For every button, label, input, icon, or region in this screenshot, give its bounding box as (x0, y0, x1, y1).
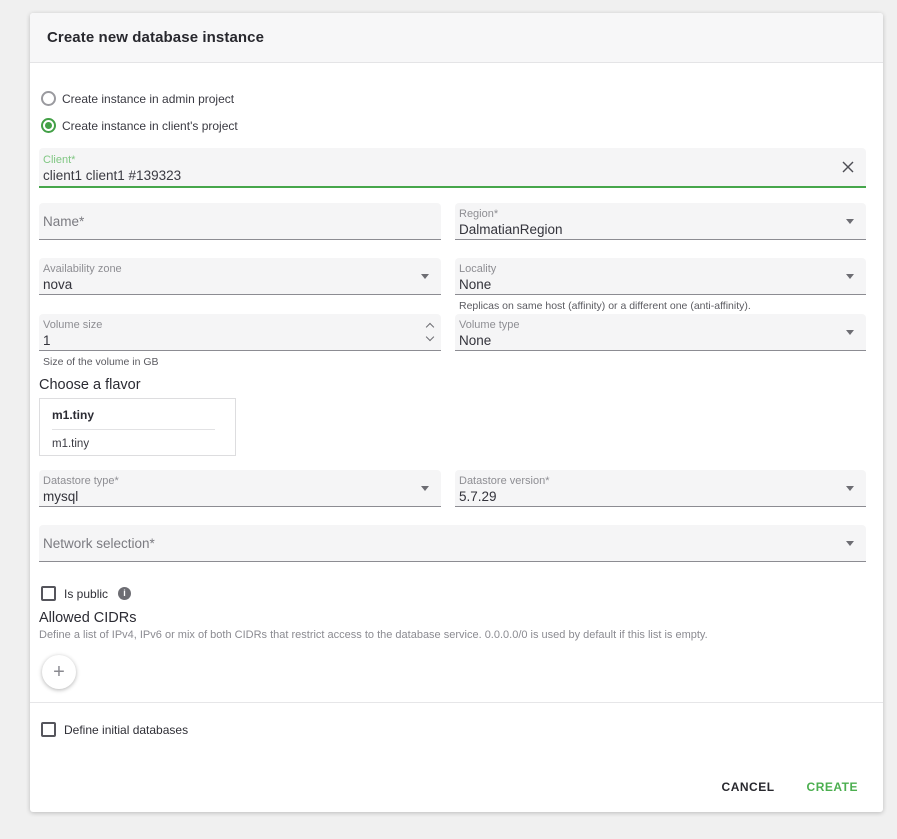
volume-type-value: None (459, 332, 840, 349)
radio-admin-project-label: Create instance in admin project (62, 92, 234, 106)
initial-databases-row: Define initial databases (41, 722, 866, 737)
close-icon (841, 160, 855, 174)
volume-size-helper-text: Size of the volume in GB (43, 356, 441, 368)
chevron-down-icon (846, 274, 854, 279)
stepper-down-icon[interactable] (426, 333, 434, 341)
datastore-type-select[interactable]: Datastore type* mysql (39, 470, 441, 507)
cancel-button[interactable]: CANCEL (720, 776, 777, 798)
availability-zone-label: Availability zone (43, 263, 415, 276)
name-field[interactable] (39, 203, 441, 240)
region-label: Region* (459, 208, 840, 221)
client-field-label: Client* (43, 154, 830, 167)
flavor-listbox: m1.tiny m1.tiny (39, 398, 236, 456)
project-choice-group: Create instance in admin project Create … (41, 91, 866, 133)
datastore-version-select[interactable]: Datastore version* 5.7.29 (455, 470, 866, 507)
allowed-cidrs-description: Define a list of IPv4, IPv6 or mix of bo… (39, 629, 866, 642)
clear-client-button[interactable] (839, 158, 857, 176)
add-cidr-button[interactable]: + (42, 655, 76, 689)
network-selection-placeholder: Network selection* (43, 536, 155, 551)
allowed-cidrs-heading: Allowed CIDRs (39, 610, 866, 626)
region-select[interactable]: Region* DalmatianRegion (455, 203, 866, 240)
chevron-down-icon (846, 541, 854, 546)
define-initial-databases-checkbox[interactable] (41, 722, 56, 737)
datastore-type-value: mysql (43, 488, 415, 505)
chevron-down-icon (846, 330, 854, 335)
name-input[interactable] (43, 214, 415, 229)
region-value: DalmatianRegion (459, 221, 840, 238)
dialog-body: Create instance in admin project Create … (30, 63, 883, 776)
network-selection-select[interactable]: Network selection* (39, 525, 866, 562)
locality-value: None (459, 276, 840, 293)
number-stepper (427, 324, 433, 340)
radio-client-project[interactable]: Create instance in client's project (41, 118, 866, 133)
volume-type-label: Volume type (459, 319, 840, 332)
locality-helper-text: Replicas on same host (affinity) or a di… (459, 300, 866, 312)
flavor-option-m1-tiny[interactable]: m1.tiny (40, 430, 235, 458)
client-field-value: client1 client1 #139323 (43, 167, 830, 185)
locality-label: Locality (459, 263, 840, 276)
dialog-title: Create new database instance (47, 29, 264, 46)
radio-admin-project[interactable]: Create instance in admin project (41, 91, 866, 106)
datastore-version-value: 5.7.29 (459, 488, 840, 505)
flavor-group-label: m1.tiny (40, 399, 235, 429)
plus-icon: + (53, 661, 65, 684)
radio-selected-icon (41, 118, 56, 133)
define-initial-databases-label: Define initial databases (64, 723, 188, 737)
chevron-down-icon (421, 486, 429, 491)
is-public-label: Is public (64, 587, 108, 601)
chevron-down-icon (846, 219, 854, 224)
choose-flavor-heading: Choose a flavor (39, 377, 866, 393)
dialog-header: Create new database instance (30, 13, 883, 63)
info-icon[interactable]: i (118, 587, 131, 600)
availability-zone-value: nova (43, 276, 415, 293)
volume-size-input[interactable] (43, 333, 415, 348)
create-button[interactable]: CREATE (805, 776, 860, 798)
volume-size-label: Volume size (43, 319, 415, 332)
dialog-footer: CANCEL CREATE (30, 776, 883, 812)
stepper-up-icon[interactable] (426, 323, 434, 331)
volume-size-field[interactable]: Volume size (39, 314, 441, 351)
locality-select[interactable]: Locality None (455, 258, 866, 295)
chevron-down-icon (846, 486, 854, 491)
client-field[interactable]: Client* client1 client1 #139323 (39, 148, 866, 188)
is-public-checkbox[interactable] (41, 586, 56, 601)
section-divider (30, 702, 883, 703)
availability-zone-select[interactable]: Availability zone nova (39, 258, 441, 295)
radio-client-project-label: Create instance in client's project (62, 119, 238, 133)
radio-unselected-icon (41, 91, 56, 106)
datastore-version-label: Datastore version* (459, 475, 840, 488)
is-public-row: Is public i (41, 586, 866, 601)
datastore-type-label: Datastore type* (43, 475, 415, 488)
chevron-down-icon (421, 274, 429, 279)
create-database-instance-dialog: Create new database instance Create inst… (30, 13, 883, 812)
volume-type-select[interactable]: Volume type None (455, 314, 866, 351)
